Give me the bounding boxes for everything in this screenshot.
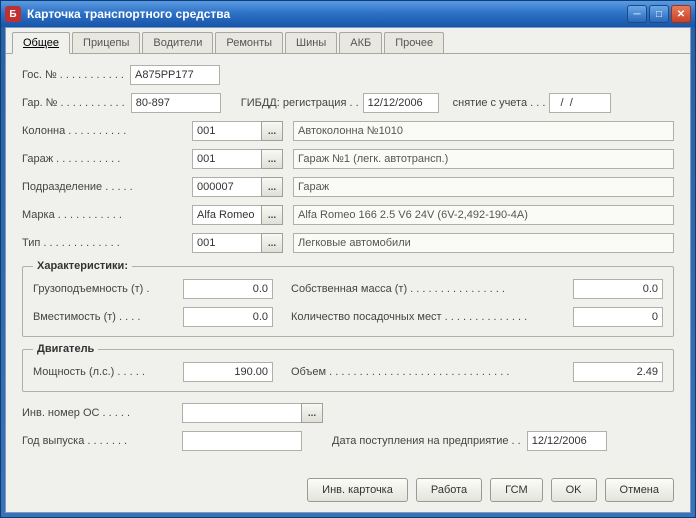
garage-lookup-button[interactable]: ... [261, 149, 283, 169]
label-volume: Объем . . . . . . . . . . . . . . . . . … [291, 366, 573, 378]
window-title: Карточка транспортного средства [27, 7, 627, 21]
kolonna-name-display [293, 121, 674, 141]
type-name-display [293, 233, 674, 253]
capacity-input[interactable] [183, 307, 273, 327]
label-gos-no: Гос. № . . . . . . . . . . . [22, 69, 124, 81]
label-garage: Гараж . . . . . . . . . . . [22, 153, 192, 165]
year-input[interactable] [182, 431, 302, 451]
tab-battery[interactable]: АКБ [339, 32, 382, 53]
load-input[interactable] [183, 279, 273, 299]
type-lookup-button[interactable]: ... [261, 233, 283, 253]
label-power: Мощность (л.с.) . . . . . [33, 366, 183, 378]
garage-code-input[interactable] [192, 149, 262, 169]
seats-input[interactable] [573, 307, 663, 327]
cancel-button[interactable]: Отмена [605, 478, 674, 502]
tab-drivers[interactable]: Водители [142, 32, 213, 53]
label-enroll-date: Дата поступления на предприятие . . [332, 435, 521, 447]
client-area: Общее Прицепы Водители Ремонты Шины АКБ … [5, 27, 691, 513]
tab-general[interactable]: Общее [12, 32, 70, 54]
inv-card-button[interactable]: Инв. карточка [307, 478, 408, 502]
close-button[interactable]: ✕ [671, 5, 691, 23]
label-seats: Количество посадочных мест . . . . . . .… [291, 311, 573, 323]
label-subdivision: Подразделение . . . . . [22, 181, 192, 193]
button-bar: Инв. карточка Работа ГСМ OK Отмена [307, 478, 674, 502]
tab-content: Гос. № . . . . . . . . . . . Гар. № . . … [6, 54, 690, 468]
label-year: Год выпуска . . . . . . . [22, 435, 182, 447]
characteristics-group: Характеристики: Грузоподъемность (т) . С… [22, 260, 674, 337]
tab-bar: Общее Прицепы Водители Ремонты Шины АКБ … [6, 28, 690, 54]
inv-os-input[interactable] [182, 403, 302, 423]
ok-button[interactable]: OK [551, 478, 597, 502]
label-inv-os: Инв. номер ОС . . . . . [22, 407, 182, 419]
maximize-button[interactable]: □ [649, 5, 669, 23]
label-gar-no: Гар. № . . . . . . . . . . . [22, 97, 125, 109]
type-code-input[interactable] [192, 233, 262, 253]
vehicle-card-window: Б Карточка транспортного средства ─ □ ✕ … [0, 0, 696, 518]
gos-no-input[interactable] [130, 65, 220, 85]
volume-input[interactable] [573, 362, 663, 382]
subdivision-name-display [293, 177, 674, 197]
label-deregister: снятие с учета . . . [453, 97, 546, 109]
own-mass-input[interactable] [573, 279, 663, 299]
label-brand: Марка . . . . . . . . . . . [22, 209, 192, 221]
engine-group: Двигатель Мощность (л.с.) . . . . . Объе… [22, 343, 674, 392]
label-load: Грузоподъемность (т) . [33, 283, 183, 295]
minimize-button[interactable]: ─ [627, 5, 647, 23]
tab-repairs[interactable]: Ремонты [215, 32, 283, 53]
characteristics-legend: Характеристики: [33, 260, 132, 272]
label-kolonna: Колонна . . . . . . . . . . [22, 125, 192, 137]
dereg-date-input[interactable] [549, 93, 611, 113]
tab-tires[interactable]: Шины [285, 32, 337, 53]
app-icon: Б [5, 6, 21, 22]
tab-other[interactable]: Прочее [384, 32, 444, 53]
subdivision-code-input[interactable] [192, 177, 262, 197]
titlebar[interactable]: Б Карточка транспортного средства ─ □ ✕ [1, 1, 695, 27]
brand-lookup-button[interactable]: ... [261, 205, 283, 225]
label-type: Тип . . . . . . . . . . . . . [22, 237, 192, 249]
engine-legend: Двигатель [33, 343, 98, 355]
enroll-date-input[interactable] [527, 431, 607, 451]
kolonna-code-input[interactable] [192, 121, 262, 141]
tab-trailers[interactable]: Прицепы [72, 32, 140, 53]
label-gibdd-reg: ГИБДД: регистрация . . [241, 97, 359, 109]
kolonna-lookup-button[interactable]: ... [261, 121, 283, 141]
fuel-button[interactable]: ГСМ [490, 478, 542, 502]
power-input[interactable] [183, 362, 273, 382]
reg-date-input[interactable] [363, 93, 439, 113]
subdivision-lookup-button[interactable]: ... [261, 177, 283, 197]
label-own-mass: Собственная масса (т) . . . . . . . . . … [291, 283, 573, 295]
gar-no-input[interactable] [131, 93, 221, 113]
brand-code-input[interactable] [192, 205, 262, 225]
garage-name-display [293, 149, 674, 169]
inv-os-lookup-button[interactable]: ... [301, 403, 323, 423]
label-capacity: Вместимость (т) . . . . [33, 311, 183, 323]
work-button[interactable]: Работа [416, 478, 482, 502]
brand-name-display [293, 205, 674, 225]
